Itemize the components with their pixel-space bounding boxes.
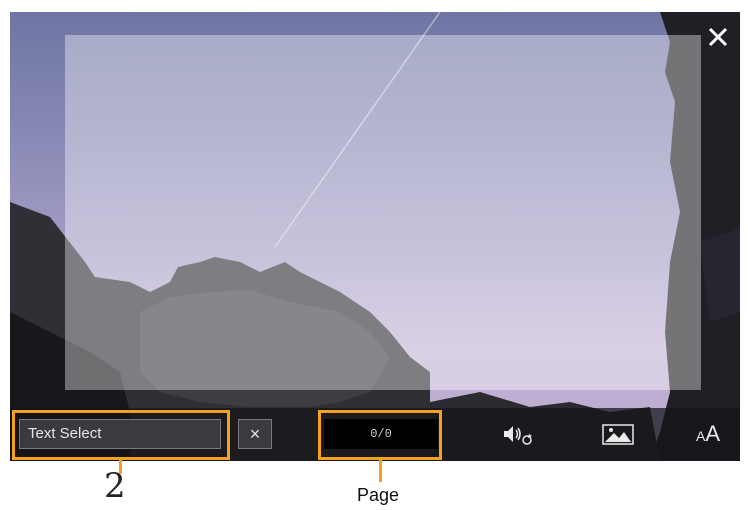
font-size-large-label: A — [705, 421, 721, 446]
callout-number-2: 2 — [104, 466, 126, 506]
page-callout-line — [379, 460, 382, 482]
page-label: Page — [357, 485, 400, 505]
font-size-small-label: A — [695, 428, 706, 444]
page-callout — [318, 410, 442, 460]
text-select-callout — [12, 410, 230, 460]
speaker-repeat-icon[interactable] — [498, 420, 534, 448]
image-icon[interactable] — [600, 420, 636, 448]
screen: Text Select × 0/0 AA — [10, 12, 740, 461]
font-size-icon[interactable]: AA — [690, 420, 726, 448]
close-icon[interactable] — [704, 23, 732, 51]
clear-button[interactable]: × — [238, 419, 272, 449]
text-display-area — [65, 35, 701, 390]
